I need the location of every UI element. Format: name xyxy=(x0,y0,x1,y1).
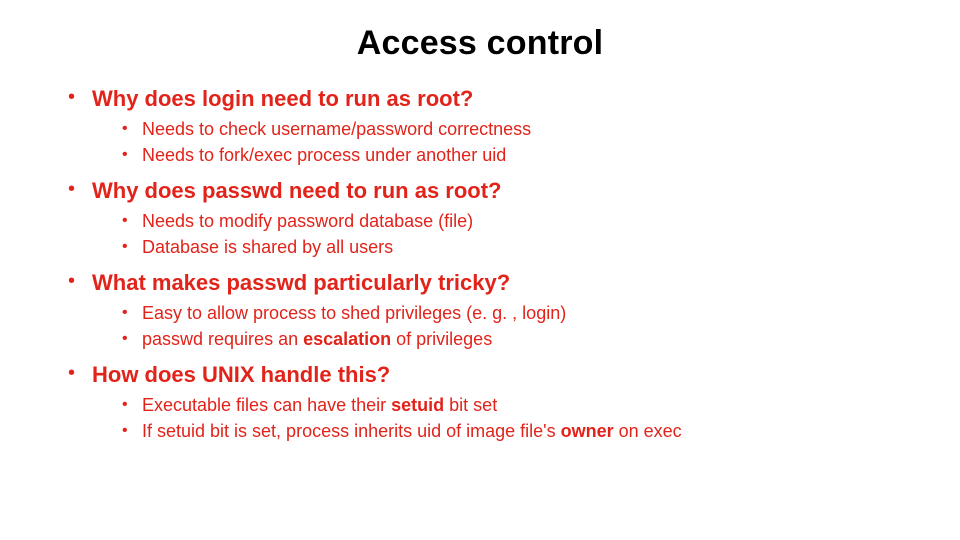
section: What makes passwd particularly tricky? E… xyxy=(68,269,910,351)
sub-item: Needs to fork/exec process under another… xyxy=(122,143,910,167)
sub-text-bold: owner xyxy=(561,421,614,441)
slide: Access control Why does login need to ru… xyxy=(0,0,960,540)
sub-text-post: of privileges xyxy=(391,329,492,349)
sub-item: passwd requires an escalation of privile… xyxy=(122,327,910,351)
section: How does UNIX handle this? Executable fi… xyxy=(68,361,910,443)
sub-text-pre: Executable files can have their xyxy=(142,395,391,415)
sub-item: If setuid bit is set, process inherits u… xyxy=(122,419,910,443)
sub-item: Easy to allow process to shed privileges… xyxy=(122,301,910,325)
sub-item: Database is shared by all users xyxy=(122,235,910,259)
section-question: Why does passwd need to run as root? xyxy=(92,177,910,205)
sub-item: Needs to check username/password correct… xyxy=(122,117,910,141)
section-question: How does UNIX handle this? xyxy=(92,361,910,389)
bullet-list: Why does login need to run as root? Need… xyxy=(50,85,910,443)
sub-item: Needs to modify password database (file) xyxy=(122,209,910,233)
sub-text-pre: Easy to allow process to shed privileges… xyxy=(142,303,566,323)
section-question: Why does login need to run as root? xyxy=(92,85,910,113)
sub-text-pre: Needs to fork/exec process under another… xyxy=(142,145,506,165)
sub-text-post: bit set xyxy=(444,395,497,415)
sub-text-post: on exec xyxy=(614,421,682,441)
sub-text-pre: Database is shared by all users xyxy=(142,237,393,257)
sub-text-pre: passwd requires an xyxy=(142,329,303,349)
sub-text-pre: Needs to modify password database (file) xyxy=(142,211,473,231)
section: Why does passwd need to run as root? Nee… xyxy=(68,177,910,259)
sub-text-pre: Needs to check username/password correct… xyxy=(142,119,531,139)
sub-list: Easy to allow process to shed privileges… xyxy=(92,301,910,351)
sub-text-bold: escalation xyxy=(303,329,391,349)
sub-list: Executable files can have their setuid b… xyxy=(92,393,910,443)
sub-item: Executable files can have their setuid b… xyxy=(122,393,910,417)
section-question: What makes passwd particularly tricky? xyxy=(92,269,910,297)
sub-text-bold: setuid xyxy=(391,395,444,415)
slide-title: Access control xyxy=(50,24,910,63)
sub-list: Needs to check username/password correct… xyxy=(92,117,910,167)
sub-list: Needs to modify password database (file)… xyxy=(92,209,910,259)
sub-text-pre: If setuid bit is set, process inherits u… xyxy=(142,421,561,441)
section: Why does login need to run as root? Need… xyxy=(68,85,910,167)
